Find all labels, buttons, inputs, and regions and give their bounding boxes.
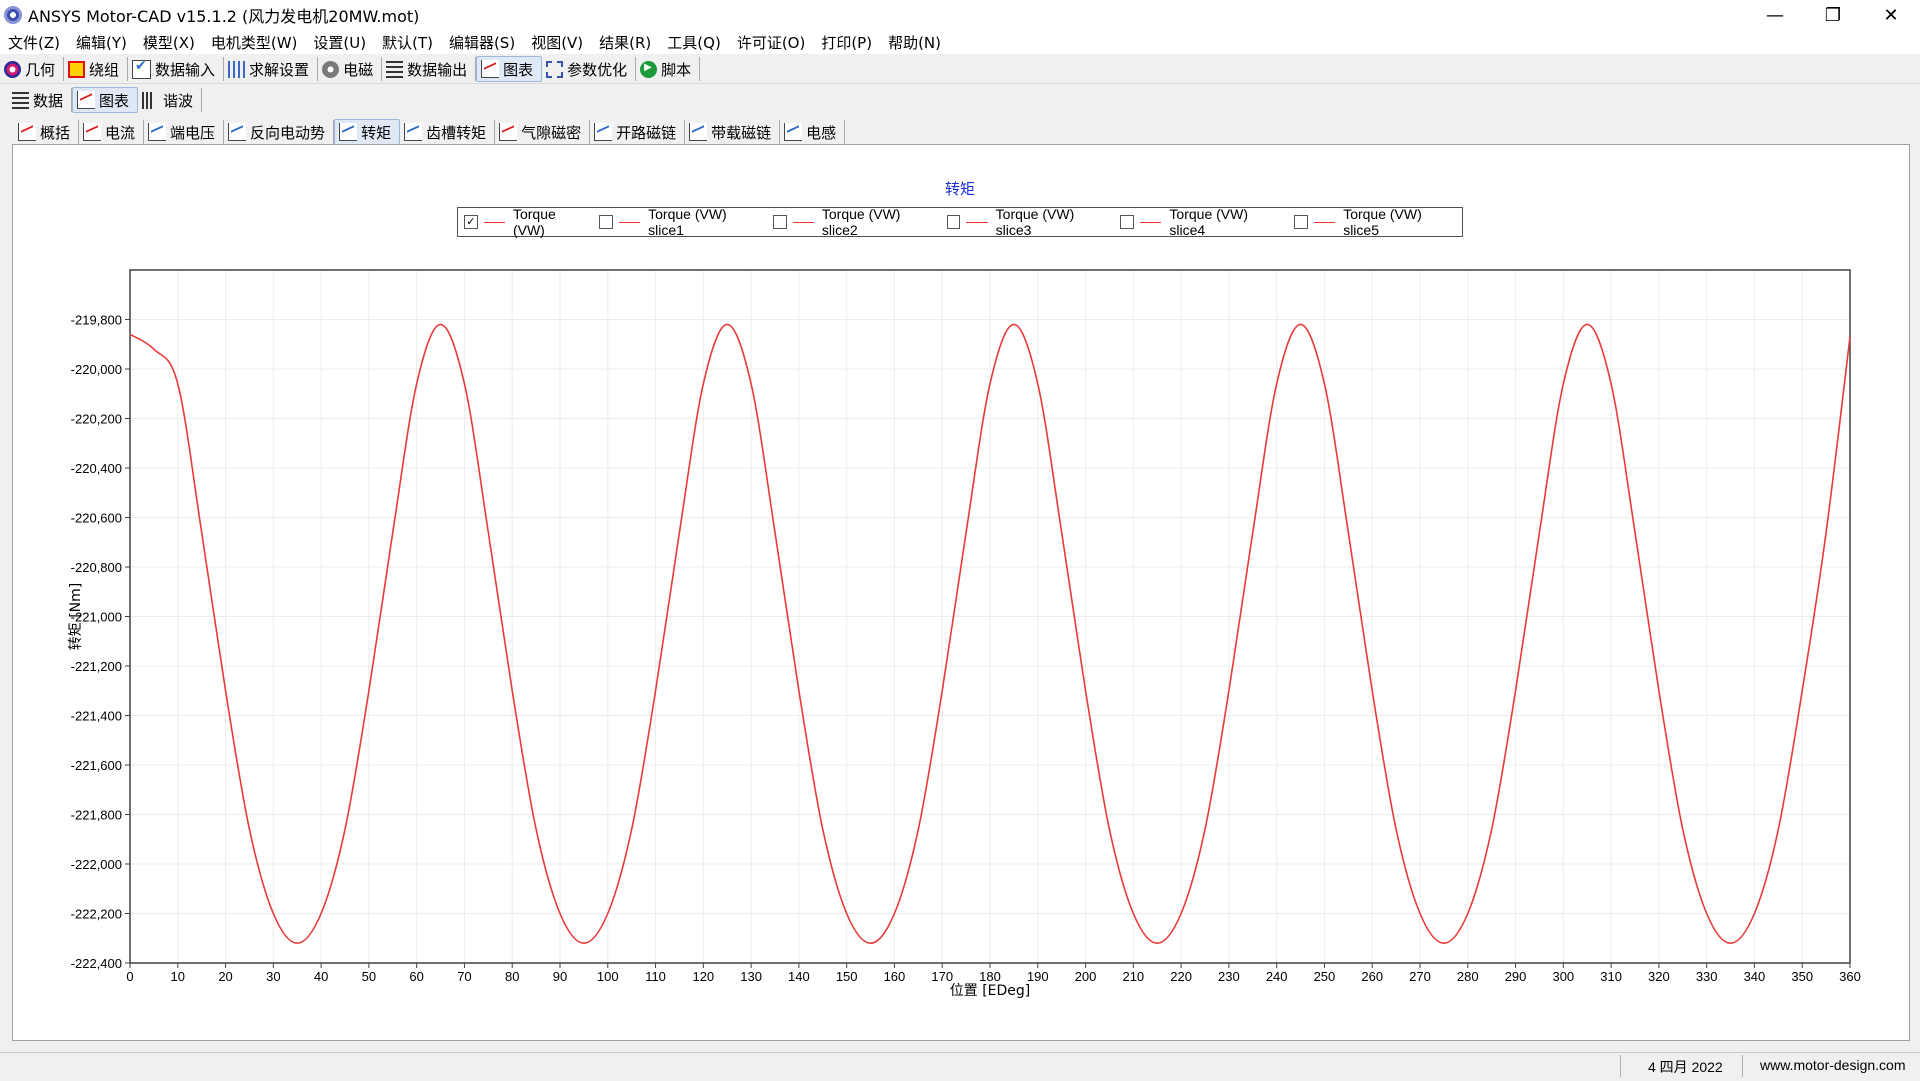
x-tick-label: 260 [1361, 969, 1383, 984]
x-tick-label: 10 [171, 969, 185, 984]
x-tick-label: 220 [1170, 969, 1192, 984]
y-tick-label: -222,000 [71, 857, 122, 872]
x-tick-label: 290 [1505, 969, 1527, 984]
x-tick-label: 180 [979, 969, 1001, 984]
status-website: www.motor-design.com [1760, 1057, 1906, 1073]
x-tick-label: 30 [266, 969, 280, 984]
status-bar: 4 四月 2022 www.motor-design.com [0, 1052, 1920, 1081]
x-tick-label: 40 [314, 969, 328, 984]
x-tick-label: 320 [1648, 969, 1670, 984]
y-tick-label: -220,400 [71, 461, 122, 476]
status-divider [1620, 1055, 1621, 1077]
x-tick-label: 110 [645, 969, 666, 984]
x-tick-label: 300 [1552, 969, 1574, 984]
x-tick-label: 360 [1839, 969, 1861, 984]
y-axis-label: 转矩 [Nm] [68, 583, 84, 650]
x-tick-label: 270 [1409, 969, 1431, 984]
x-tick-label: 210 [1122, 969, 1144, 984]
x-tick-label: 20 [218, 969, 232, 984]
x-tick-label: 240 [1266, 969, 1288, 984]
x-tick-label: 280 [1457, 969, 1479, 984]
x-tick-label: 170 [931, 969, 953, 984]
y-tick-label: -221,200 [71, 659, 122, 674]
x-tick-label: 250 [1314, 969, 1336, 984]
x-tick-label: 310 [1600, 969, 1622, 984]
x-tick-label: 200 [1075, 969, 1097, 984]
y-tick-label: -221,800 [71, 808, 122, 823]
x-tick-label: 100 [597, 969, 619, 984]
x-tick-label: 130 [740, 969, 762, 984]
x-tick-label: 60 [409, 969, 423, 984]
x-tick-label: 80 [505, 969, 519, 984]
y-tick-label: -220,000 [71, 362, 122, 377]
y-tick-label: -222,200 [71, 907, 122, 922]
x-axis-label: 位置 [EDeg] [950, 983, 1031, 999]
x-tick-label: 230 [1218, 969, 1240, 984]
x-tick-label: 0 [126, 969, 133, 984]
status-divider [1742, 1055, 1743, 1077]
x-tick-label: 340 [1744, 969, 1766, 984]
y-tick-label: -221,400 [71, 709, 122, 724]
y-tick-label: -220,200 [71, 412, 122, 427]
y-tick-label: -222,400 [71, 956, 122, 971]
y-tick-label: -220,600 [71, 511, 122, 526]
x-tick-label: 120 [692, 969, 714, 984]
x-tick-label: 190 [1027, 969, 1049, 984]
x-tick-label: 350 [1791, 969, 1813, 984]
x-tick-label: 50 [362, 969, 376, 984]
x-tick-label: 140 [788, 969, 810, 984]
x-tick-label: 90 [553, 969, 567, 984]
x-tick-label: 160 [884, 969, 906, 984]
status-date: 4 四月 2022 [1648, 1059, 1723, 1075]
x-tick-label: 330 [1696, 969, 1718, 984]
y-tick-label: -219,800 [71, 313, 122, 328]
x-tick-label: 70 [457, 969, 471, 984]
torque-chart: 0 10 20 30 40 50 60 70 80 90 100 110 120 130 140 150 160… [68, 269, 1861, 999]
y-tick-label: -220,800 [71, 560, 122, 575]
x-tick-label: 150 [836, 969, 858, 984]
y-tick-label: -221,600 [71, 758, 122, 773]
